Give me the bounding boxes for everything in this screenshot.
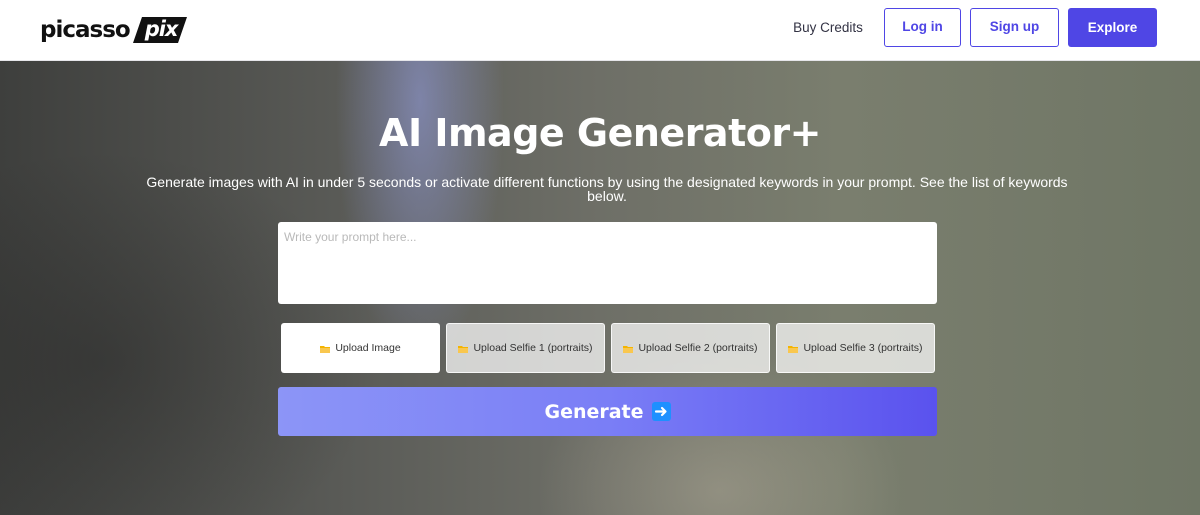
explore-button[interactable]: Explore [1068, 8, 1157, 47]
upload-selfie-3-button[interactable]: Upload Selfie 3 (portraits) [776, 323, 935, 373]
folder-icon [320, 344, 331, 353]
upload-selfie-1-label: Upload Selfie 1 (portraits) [473, 342, 593, 354]
logo-badge: pix [132, 15, 188, 45]
prompt-input[interactable] [278, 222, 937, 304]
arrow-right-icon [651, 402, 671, 421]
folder-icon [623, 344, 634, 353]
buy-credits-link[interactable]: Buy Credits [782, 18, 874, 38]
upload-selfie-2-label: Upload Selfie 2 (portraits) [638, 342, 758, 354]
upload-selfie-3-label: Upload Selfie 3 (portraits) [803, 342, 923, 354]
generate-button[interactable]: Generate [278, 387, 937, 436]
upload-image-button[interactable]: Upload Image [281, 323, 440, 373]
logo-badge-text: pix [144, 17, 179, 41]
top-navbar: picasso pix Buy Credits Log in Sign up E… [0, 0, 1200, 61]
page-subtitle: Generate images with AI in under 5 secon… [146, 174, 1068, 204]
upload-selfie-2-button[interactable]: Upload Selfie 2 (portraits) [611, 323, 770, 373]
generate-label: Generate [544, 400, 644, 423]
logo-wordmark: picasso [40, 17, 131, 43]
upload-image-label: Upload Image [335, 342, 401, 354]
login-button[interactable]: Log in [884, 8, 961, 47]
signup-button[interactable]: Sign up [970, 8, 1059, 47]
page-title: AI Image Generator+ [379, 111, 821, 155]
folder-icon [458, 344, 469, 353]
picassopix-logo[interactable]: picasso pix [40, 13, 188, 47]
folder-icon [788, 344, 799, 353]
upload-selfie-1-button[interactable]: Upload Selfie 1 (portraits) [446, 323, 605, 373]
hero-section: AI Image Generator+ Generate images with… [0, 61, 1200, 515]
